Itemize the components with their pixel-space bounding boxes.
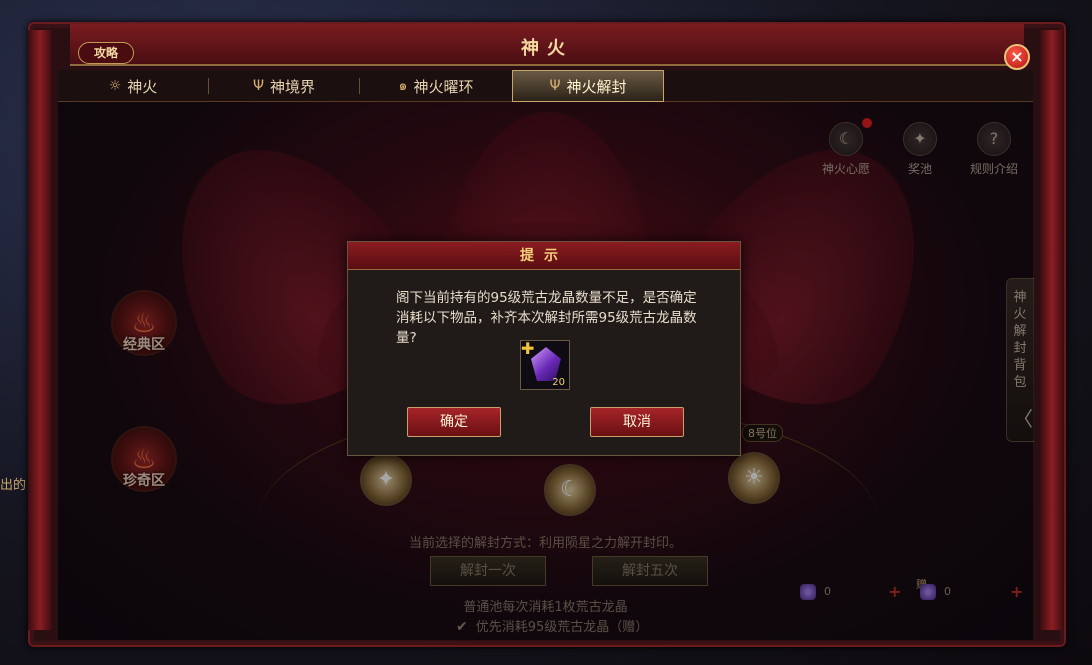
tab-divine-fire[interactable]: ☼ 神火 xyxy=(58,70,208,102)
confirm-button[interactable]: 确定 xyxy=(407,407,501,437)
left-pillar-decoration xyxy=(28,30,52,630)
tab-divine-realm[interactable]: Ψ 神境界 xyxy=(209,70,359,102)
guide-button[interactable]: 攻略 xyxy=(78,42,134,64)
trident-icon: Ψ xyxy=(252,78,264,94)
tab-bar: ☼ 神火 Ψ 神境界 ๑ 神火曜环 Ψ 神火解封 xyxy=(58,70,1033,102)
tab-label: 神火曜环 xyxy=(413,77,474,96)
trident-icon: Ψ xyxy=(549,78,561,94)
tab-label: 神火 xyxy=(127,77,158,96)
swirl-icon: ๑ xyxy=(398,78,408,94)
dialog-message: 阁下当前持有的95级荒古龙晶数量不足，是否确定消耗以下物品，补齐本次解封所需95… xyxy=(396,290,697,346)
tab-fire-ring[interactable]: ๑ 神火曜环 xyxy=(360,70,512,102)
tab-label: 神火解封 xyxy=(566,77,627,96)
item-slot[interactable]: ✚ 20 xyxy=(520,339,570,390)
sun-icon: ☼ xyxy=(108,78,122,94)
dragon-crystal-icon xyxy=(531,347,561,381)
dialog-title: 提示 xyxy=(348,242,740,270)
cancel-button[interactable]: 取消 xyxy=(590,407,684,437)
plus-icon: ✚ xyxy=(521,339,535,358)
close-button[interactable]: × xyxy=(1004,44,1030,70)
tab-fire-unseal[interactable]: Ψ 神火解封 xyxy=(512,70,664,102)
window-title: 神火 xyxy=(521,38,573,59)
confirm-dialog: 提示 阁下当前持有的95级荒古龙晶数量不足，是否确定消耗以下物品，补齐本次解封所… xyxy=(347,241,741,456)
item-count: 20 xyxy=(552,377,565,388)
right-pillar-decoration xyxy=(1040,30,1064,630)
title-bar: 神火 xyxy=(70,24,1024,66)
tab-label: 神境界 xyxy=(270,77,316,96)
background-text: 出的 xyxy=(0,478,27,493)
